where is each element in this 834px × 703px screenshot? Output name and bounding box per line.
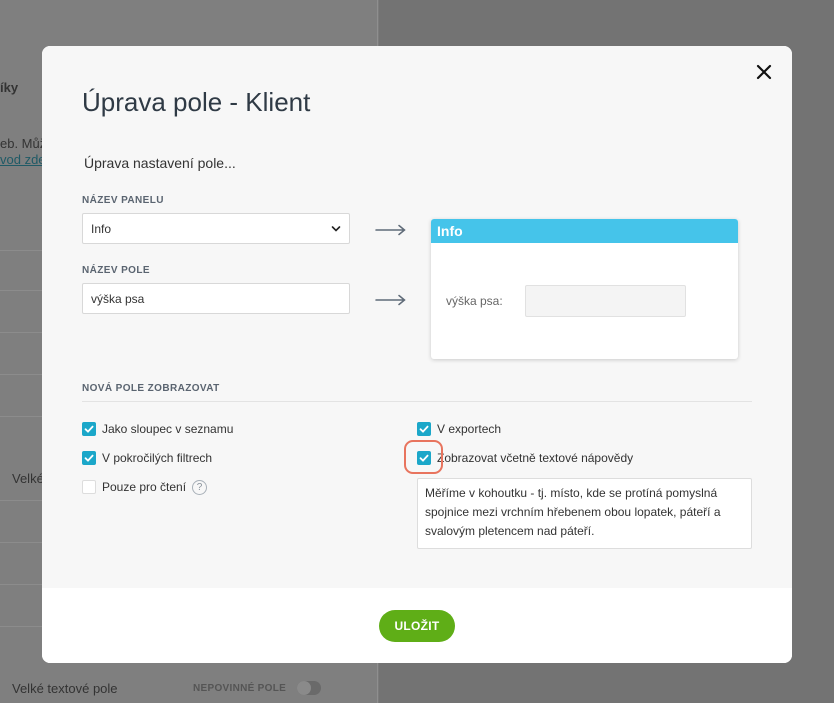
field-name-label: NÁZEV POLE: [82, 265, 150, 276]
read-only-checkbox[interactable]: [82, 480, 96, 494]
chevron-down-icon: [331, 226, 341, 232]
exports-checkbox[interactable]: [417, 422, 431, 436]
background-optional-badge: NEPOVINNÉ POLE: [193, 683, 287, 694]
section-divider: [82, 401, 752, 402]
edit-field-modal: Úprava pole - Klient Úprava nastavení po…: [42, 46, 792, 663]
advanced-filters-label: V pokročilých filtrech: [102, 451, 213, 465]
background-toggle[interactable]: [297, 681, 321, 695]
modal-title: Úprava pole - Klient: [82, 87, 311, 117]
background-column-header: íky: [0, 80, 19, 95]
preview-panel-title: Info: [431, 219, 738, 243]
close-icon: [756, 64, 772, 80]
arrow-right-icon: [375, 294, 406, 306]
arrow-right-icon: [375, 224, 406, 236]
highlight-ring: [404, 440, 443, 474]
preview-field-label: výška psa:: [446, 294, 503, 308]
list-column-checkbox[interactable]: [82, 422, 96, 436]
list-column-label: Jako sloupec v seznamu: [102, 422, 234, 436]
field-preview-panel: Info výška psa:: [431, 219, 738, 359]
field-name-input[interactable]: výška psa: [82, 283, 350, 314]
help-icon[interactable]: ?: [192, 480, 207, 495]
background-row-label: Velké textové pole: [12, 681, 118, 696]
exports-label: V exportech: [437, 422, 502, 436]
background-link[interactable]: vod zde: [0, 152, 46, 167]
preview-field-input: [525, 285, 686, 317]
panel-name-select[interactable]: Info: [82, 213, 350, 244]
help-text-label: Zobrazovat včetně textové nápovědy: [437, 451, 634, 465]
read-only-label: Pouze pro čtení: [102, 480, 187, 494]
panel-name-label: NÁZEV PANELU: [82, 195, 164, 206]
help-text-field[interactable]: Měříme v kohoutku - tj. místo, kde se pr…: [417, 478, 752, 549]
check-icon: [84, 454, 94, 462]
modal-subtitle: Úprava nastavení pole...: [84, 155, 236, 171]
check-icon: [419, 425, 429, 433]
advanced-filters-checkbox[interactable]: [82, 451, 96, 465]
save-button[interactable]: ULOŽIT: [379, 610, 455, 642]
close-button[interactable]: [753, 61, 775, 83]
check-icon: [84, 425, 94, 433]
display-section-label: NOVÁ POLE ZOBRAZOVAT: [82, 383, 220, 394]
panel-name-value: Info: [91, 222, 112, 236]
background-row-label: Velké: [12, 471, 44, 486]
background-text: eb. Můž: [0, 136, 47, 151]
